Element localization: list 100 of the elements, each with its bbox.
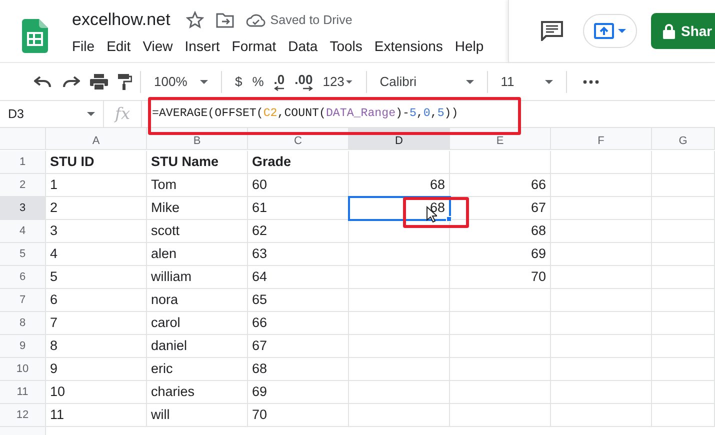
row-header[interactable]: 12 [0,404,46,427]
row-header[interactable]: 7 [0,289,46,312]
table-cell: charies [147,381,248,404]
formula-field[interactable]: =AVERAGE(OFFSET(C2,COUNT(DATA_Range)-5,0,5)) [142,105,458,123]
caret-icon [544,80,553,84]
table-cell: 3 [46,220,147,243]
currency-button[interactable]: $ [230,70,248,94]
table-cell: STU Name [147,151,248,174]
menu-item[interactable]: Edit [100,36,137,57]
more-icon[interactable] [582,80,599,84]
star-icon[interactable] [186,11,204,29]
empty-cell [652,358,715,381]
menu-item[interactable]: Format [226,36,282,57]
row-header[interactable]: 11 [0,381,46,404]
caret-icon [346,80,353,84]
table-cell: 69 [450,243,551,266]
column-header[interactable]: F [551,128,652,150]
table-cell: 65 [248,289,349,312]
caret-icon [466,80,474,84]
empty-cell [652,381,715,404]
table-cell: 64 [248,266,349,289]
row-header[interactable]: 1 [0,151,46,174]
table-cell: alen [147,243,248,266]
save-status: Saved to Drive [270,12,352,29]
empty-cell [652,335,715,358]
lock-icon [663,24,675,38]
row-header[interactable]: 10 [0,358,46,381]
zoom-dropdown[interactable]: 100% [149,70,213,94]
table-cell: 67 [248,335,349,358]
row-header[interactable]: 2 [0,174,46,197]
menu-item[interactable]: Tools [324,36,368,57]
table-cell: Grade [248,151,349,174]
table-cell: eric [147,358,248,381]
menu-item[interactable]: File [66,36,101,57]
empty-cell [652,289,715,312]
name-box[interactable]: D3 [8,104,24,124]
table-cell: daniel [147,335,248,358]
row-header[interactable]: 5 [0,243,46,266]
table-cell: 69 [248,381,349,404]
column-header[interactable]: A [46,128,147,150]
table-cell: 1 [46,174,147,197]
font-size-dropdown[interactable]: 11 [496,70,558,94]
table-cell: Mike [147,197,248,220]
percent-button[interactable]: % [247,70,269,94]
column-header[interactable]: G [652,128,715,150]
empty-cell [652,312,715,335]
table-cell: 60 [248,174,349,197]
table-cell: Tom [147,174,248,197]
menu-item[interactable]: Data [282,36,324,57]
arrow-right-icon [302,86,313,91]
print-icon[interactable] [90,74,108,90]
present-button[interactable] [583,14,637,48]
share-button[interactable]: Shar [651,13,715,49]
document-title[interactable]: excelhow.net [72,7,170,33]
table-cell: 66 [248,312,349,335]
menu-item[interactable]: Extensions [368,36,449,57]
row-header[interactable]: 9 [0,335,46,358]
table-cell: carol [147,312,248,335]
undo-icon[interactable] [34,76,52,88]
empty-cell [652,243,715,266]
fx-label: fx [104,101,142,127]
increase-decimal-button[interactable]: .00 [290,70,318,93]
sheets-logo-icon[interactable] [22,19,48,53]
table-cell: STU ID [46,151,147,174]
font-dropdown[interactable]: Calibri [374,70,479,94]
table-cell: 63 [248,243,349,266]
row-header[interactable]: 3 [0,197,46,220]
table-cell: nora [147,289,248,312]
row-header[interactable]: 4 [0,220,46,243]
table-cell: 10 [46,381,147,404]
number-format-dropdown[interactable]: 123 [318,70,358,94]
decrease-decimal-button[interactable]: .0 [268,70,290,93]
present-upload-icon [594,23,614,39]
menu-item[interactable]: View [136,36,179,57]
empty-cell [652,404,715,427]
folder-arrow-icon[interactable] [216,12,234,28]
menu-item[interactable]: Insert [178,36,226,57]
table-cell: 66 [450,174,551,197]
cloud-check-icon [246,13,266,27]
arrow-left-icon [274,86,284,91]
row-header[interactable]: 8 [0,312,46,335]
column-header[interactable]: E [450,128,551,150]
menu-item[interactable]: Help [448,36,490,57]
paint-roller-icon[interactable] [118,74,132,90]
redo-icon[interactable] [62,76,80,88]
fill-handle[interactable] [446,216,452,222]
table-cell: 8 [46,335,147,358]
table-cell: 67 [450,197,551,220]
table-cell: 4 [46,243,147,266]
caret-icon [200,80,208,84]
comment-icon[interactable] [541,21,563,41]
table-cell: 61 [248,197,349,220]
table-cell: 9 [46,358,147,381]
empty-cell [652,197,715,220]
caret-icon[interactable] [87,112,95,116]
empty-cell [652,220,715,243]
table-cell: 11 [46,404,147,427]
row-header[interactable]: 6 [0,266,46,289]
caret-icon [618,29,626,33]
table-cell: 2 [46,197,147,220]
